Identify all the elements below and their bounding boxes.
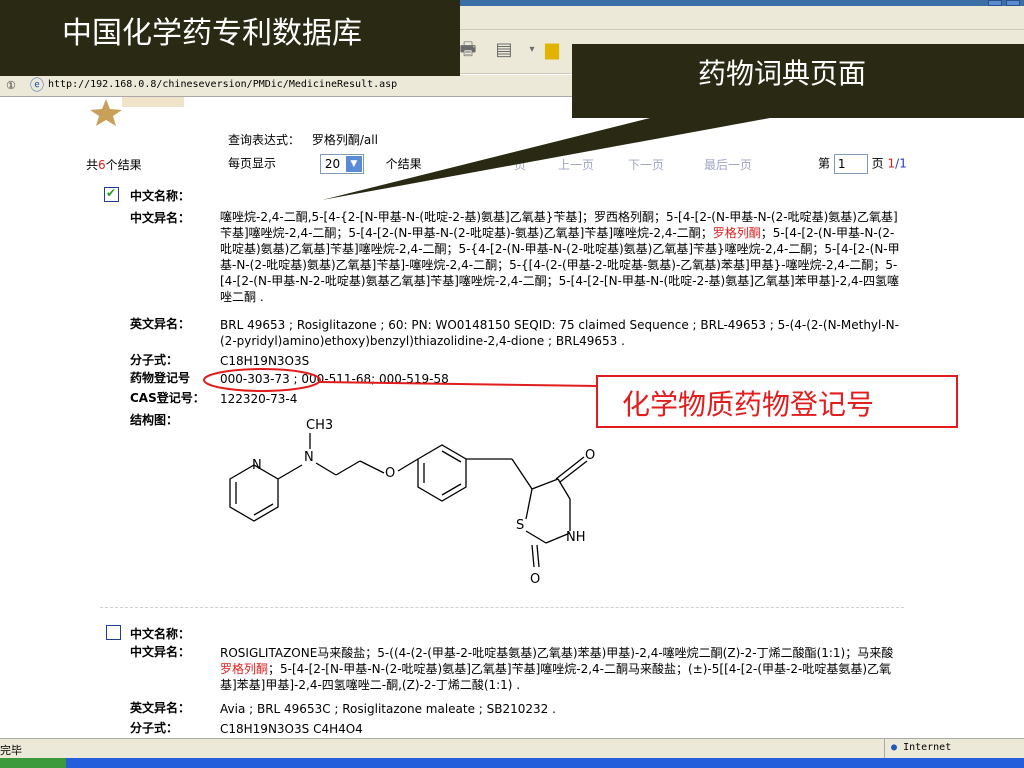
carbonyl-oxygen-bottom-label: O	[530, 572, 540, 587]
cn-alias-label: 中文异名：	[130, 211, 191, 225]
record-checkbox[interactable]	[106, 625, 121, 640]
drug-reg-callout: 化学物质药物登记号	[596, 375, 958, 428]
status-bar: 完毕 ● Internet	[0, 738, 1024, 759]
total-count: 6	[98, 158, 106, 172]
cn-alias-highlight: 罗格列酮	[220, 662, 269, 676]
page-jump: 第 1 页 1/1	[818, 154, 907, 174]
cn-alias-label: 中文异名：	[130, 645, 191, 659]
formula-value: C18H19N3O3S C4H4O4	[220, 722, 363, 736]
globe-icon: ●	[891, 742, 898, 753]
prev-page-link[interactable]: 上一页	[558, 156, 594, 173]
taskbar	[0, 758, 1024, 768]
en-alias-value: Avia ; BRL 49653C ; Rosiglitazone maleat…	[220, 702, 556, 716]
formula-value: C18H19N3O3S	[220, 354, 310, 368]
cas-label: CAS登记号：	[130, 391, 205, 405]
per-page-label: 每页显示	[228, 156, 277, 171]
record-divider	[100, 607, 904, 608]
result-record: 中文名称： 中文异名： ROSIGLITAZONE马来酸盐；5-((4-(2-(…	[100, 621, 904, 738]
ring-nitrogen-label: N	[252, 458, 262, 473]
record-checkbox[interactable]	[104, 186, 119, 202]
total-prefix: 共	[86, 158, 99, 172]
cn-alias-highlight: 罗格列酮	[712, 226, 761, 240]
ether-oxygen-label: O	[385, 466, 395, 481]
per-page-select[interactable]: 20 ▼	[319, 154, 364, 174]
last-page-link[interactable]: 最后一页	[704, 156, 752, 173]
minimize-button[interactable]	[988, 0, 1002, 6]
page-input[interactable]: 1	[833, 154, 868, 174]
edit-icon[interactable]: ▤	[492, 38, 516, 62]
cn-name-label: 中文名称：	[130, 627, 191, 641]
slide-title: 中国化学药专利数据库	[0, 0, 460, 76]
dictionary-page-callout: 药物词典页面	[572, 44, 1024, 118]
star-logo-icon	[90, 97, 184, 126]
ch3-label: CH3	[306, 418, 333, 433]
per-page-value: 20	[324, 157, 341, 171]
en-alias-value: BRL 49653 ; Rosiglitazone ; 60: PN: WO01…	[220, 318, 899, 348]
page-prefix: 第	[818, 156, 831, 171]
query-expr-value: 罗格列酮/all	[311, 133, 378, 147]
query-expr-label: 查询表达式：	[228, 133, 301, 147]
amine-nitrogen-label: N	[304, 450, 314, 465]
carbonyl-oxygen-top-label: O	[585, 448, 595, 463]
en-alias-label: 英文异名：	[130, 317, 191, 331]
page-current: 1	[887, 156, 896, 171]
zone-label: Internet	[903, 742, 952, 753]
per-page-suffix: 个结果	[385, 156, 422, 171]
folder-icon[interactable]: ▆	[540, 38, 564, 62]
next-page-link[interactable]: 下一页	[628, 156, 664, 173]
page-total: 1	[899, 156, 907, 171]
pyridine-ring	[229, 464, 279, 522]
formula-label: 分子式：	[130, 721, 179, 735]
sulfur-label: S	[516, 518, 524, 533]
cn-alias-text-a: ROSIGLITAZONE马来酸盐；5-((4-(2-(甲基-2-吡啶基氨基)乙…	[220, 646, 894, 660]
address-input[interactable]: http://192.168.0.8/chineseversion/PMDic/…	[48, 79, 397, 90]
status-text: 完毕	[0, 744, 22, 757]
chevron-down-icon[interactable]: ▼	[345, 156, 362, 172]
page-suffix: 页	[871, 156, 884, 171]
ie-page-icon: ⓔ	[30, 78, 44, 94]
first-page-link[interactable]: 页	[514, 156, 526, 173]
window-titlebar	[460, 0, 1024, 6]
molecule-structure: CH3 N N O O S NH O	[229, 418, 595, 587]
cn-alias-value: ROSIGLITAZONE马来酸盐；5-((4-(2-(甲基-2-吡啶基氨基)乙…	[220, 645, 900, 693]
cn-alias-text-b: ；5-[4-[2-[N-甲基-N-(2-吡啶基)氨基]乙氧基]苄基]噻唑烷-2,…	[220, 662, 892, 692]
per-page-control: 每页显示 20 ▼ 个结果	[228, 154, 422, 174]
address-label: ①	[6, 79, 16, 92]
structure-label: 结构图：	[130, 413, 179, 427]
cn-name-label: 中文名称：	[130, 189, 191, 203]
en-alias-label: 英文异名：	[130, 701, 191, 715]
cn-alias-value: 噻唑烷-2,4-二酮,5-[4-{2-[N-甲基-N-(吡啶-2-基)氨基]乙氧…	[220, 209, 900, 305]
drug-reg-label: 药物登记号	[130, 371, 191, 385]
close-button[interactable]	[1006, 0, 1020, 6]
total-suffix: 个结果	[105, 158, 142, 172]
security-zone: ● Internet	[884, 739, 1024, 759]
result-total: 共6个结果	[86, 156, 142, 173]
nh-label: NH	[566, 530, 586, 545]
benzene-ring	[417, 444, 467, 502]
formula-label: 分子式：	[130, 353, 179, 367]
query-expression: 查询表达式： 罗格列酮/all	[228, 131, 378, 148]
start-button[interactable]	[0, 758, 66, 768]
